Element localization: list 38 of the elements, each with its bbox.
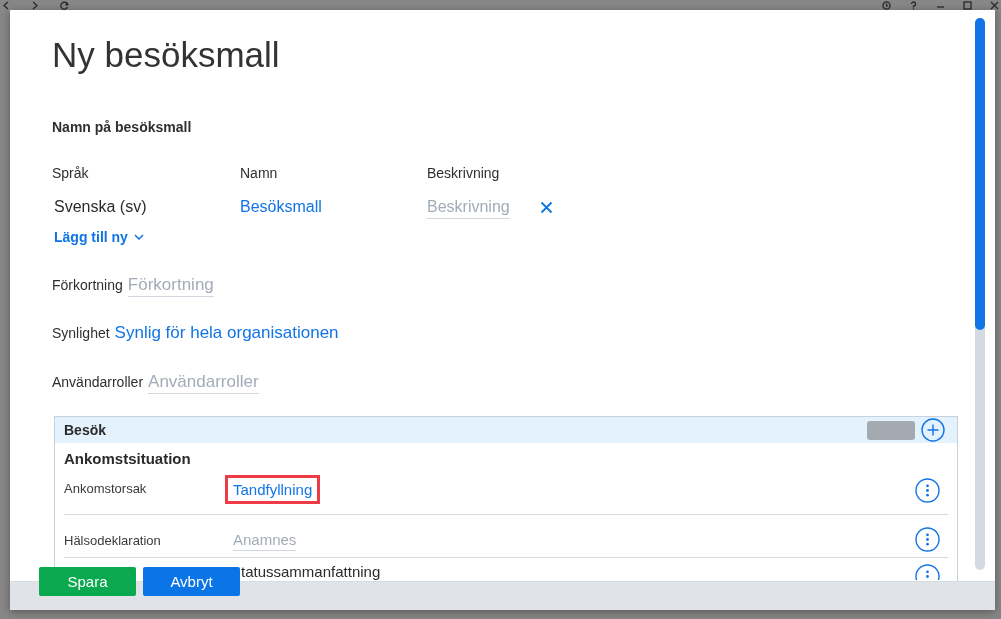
dialog-title: Ny besöksmall bbox=[52, 34, 280, 76]
add-new-link[interactable]: Lägg till ny bbox=[52, 227, 144, 247]
scrollbar-thumb[interactable] bbox=[975, 18, 985, 330]
close-icon[interactable] bbox=[990, 1, 999, 10]
section-heading: Namn på besöksmall bbox=[52, 118, 192, 137]
dialog-button[interactable]: Avbryt bbox=[143, 567, 240, 596]
name-link[interactable]: Besöksmall bbox=[240, 198, 322, 215]
back-icon[interactable] bbox=[2, 1, 10, 10]
forward-icon[interactable] bbox=[31, 1, 39, 10]
language-text: Svenska (sv) bbox=[54, 198, 147, 215]
close-icon[interactable] bbox=[539, 200, 553, 214]
column-header: Beskrivning bbox=[427, 165, 500, 181]
chevron-down-icon bbox=[133, 234, 144, 240]
row-label: Ankomstorsak bbox=[64, 481, 147, 496]
help-icon[interactable] bbox=[909, 1, 918, 10]
add-icon[interactable] bbox=[921, 418, 945, 442]
panel-title: Besök bbox=[64, 421, 107, 440]
dialog-button[interactable]: Spara bbox=[39, 567, 136, 596]
value-text: tatussammanfattning bbox=[241, 562, 381, 581]
history-icon[interactable] bbox=[882, 1, 891, 10]
field-label: Förkortning bbox=[52, 276, 123, 295]
more-options-icon[interactable] bbox=[915, 478, 940, 503]
refresh-icon[interactable] bbox=[60, 1, 69, 10]
visibility-link[interactable]: Synlig för hela organisationen bbox=[114, 321, 339, 345]
text-input[interactable]: Förkortning bbox=[127, 274, 214, 297]
value-link[interactable]: Tandfyllning bbox=[225, 475, 321, 504]
more-options-icon[interactable] bbox=[915, 527, 940, 552]
value-input[interactable]: Anamnes bbox=[233, 530, 297, 551]
more-options-icon[interactable] bbox=[915, 564, 940, 580]
field-label: Användarroller bbox=[52, 373, 144, 392]
maximize-icon[interactable] bbox=[963, 1, 972, 10]
description-input[interactable]: Beskrivning bbox=[427, 195, 510, 219]
column-header: Namn bbox=[240, 165, 278, 181]
row-label: Hälsodeklaration bbox=[64, 533, 161, 548]
field-label: Synlighet bbox=[52, 324, 110, 343]
column-header: Språk bbox=[52, 165, 89, 181]
text-input[interactable]: Användarroller bbox=[148, 371, 259, 394]
group-title: Ankomstsituation bbox=[64, 449, 191, 469]
